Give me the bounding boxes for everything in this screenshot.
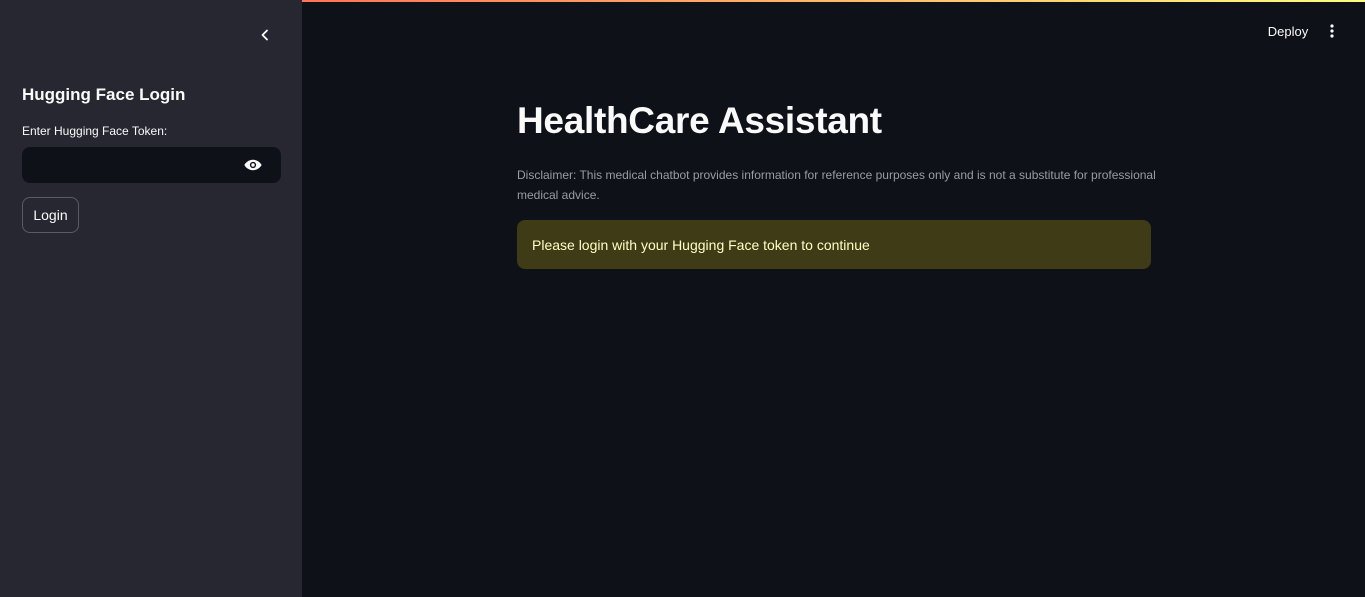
page-title: HealthCare Assistant <box>517 100 882 141</box>
disclaimer-text: Disclaimer: This medical chatbot provide… <box>517 168 1156 202</box>
login-button[interactable]: Login <box>22 197 79 233</box>
sidebar-title: Hugging Face Login <box>22 85 186 104</box>
chevron-left-icon <box>261 29 268 41</box>
collapse-sidebar-button[interactable] <box>253 23 277 47</box>
vertical-ellipsis-icon <box>1330 24 1334 38</box>
token-field-container <box>22 147 281 183</box>
login-warning-alert: Please login with your Hugging Face toke… <box>517 220 1151 269</box>
token-input[interactable] <box>22 147 232 183</box>
app-root: Hugging Face Login Enter Hugging Face To… <box>0 0 1365 597</box>
sidebar: Hugging Face Login Enter Hugging Face To… <box>0 0 302 597</box>
alert-message: Please login with your Hugging Face toke… <box>532 236 870 253</box>
eye-icon <box>244 159 262 171</box>
deploy-button[interactable]: Deploy <box>1262 20 1314 42</box>
main-menu-button[interactable] <box>1321 20 1343 42</box>
token-field-label: Enter Hugging Face Token: <box>22 124 168 138</box>
show-password-button[interactable] <box>243 156 263 174</box>
